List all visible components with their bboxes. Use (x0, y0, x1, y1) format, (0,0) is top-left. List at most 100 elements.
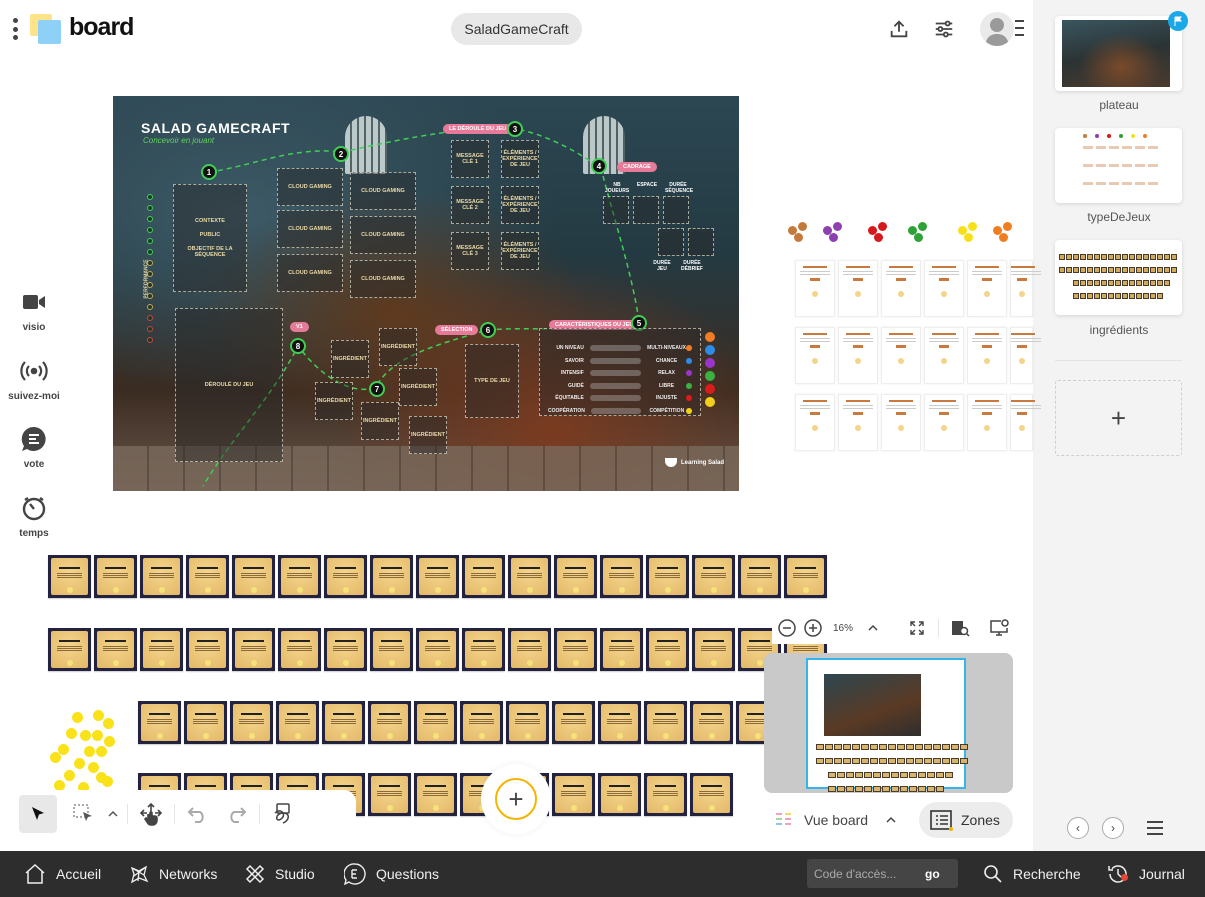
ingredient-card[interactable] (140, 628, 183, 671)
game-type-card[interactable] (967, 394, 1007, 451)
ingredient-card[interactable] (186, 628, 229, 671)
yellow-token[interactable] (96, 746, 107, 757)
color-token[interactable] (705, 358, 715, 368)
zone-cadrage[interactable] (658, 228, 684, 256)
lasso-select-icon[interactable] (65, 795, 103, 833)
yellow-token[interactable] (103, 718, 114, 729)
ingredient-card[interactable] (414, 701, 457, 744)
game-type-card[interactable] (1010, 327, 1041, 384)
carac-row[interactable]: Savoir Chance (548, 356, 692, 366)
select-arrow-icon[interactable] (19, 794, 57, 833)
ingredient-card[interactable] (94, 555, 137, 598)
board-title-button[interactable]: SaladGameCraft (451, 13, 582, 45)
zone-cloud-gaming[interactable]: Cloud gaming (350, 216, 416, 254)
yellow-token[interactable] (92, 730, 103, 741)
zone-caracteristiques[interactable]: Un niveau Multi-niveaux Savoir Chance Intens… (539, 328, 701, 416)
yellow-token[interactable] (64, 770, 75, 781)
ingredient-card[interactable] (232, 555, 275, 598)
ingredient-card[interactable] (598, 701, 641, 744)
ingredient-card[interactable] (324, 555, 367, 598)
yellow-token[interactable] (80, 730, 91, 741)
color-token[interactable] (874, 233, 883, 242)
carac-slider[interactable] (589, 395, 641, 401)
zone-elements[interactable]: Éléments / expérience de jeu (501, 232, 539, 270)
zone-type-de-jeu[interactable]: Type de jeu (465, 344, 519, 418)
ingredient-card[interactable] (644, 701, 687, 744)
ingredient-card[interactable] (368, 701, 411, 744)
ingredient-card[interactable] (462, 555, 505, 598)
go-button[interactable]: go (925, 867, 940, 881)
color-token[interactable] (798, 222, 807, 231)
carac-row[interactable]: Intensif Relax (548, 368, 692, 378)
ingredient-card[interactable] (94, 628, 137, 671)
yellow-token[interactable] (84, 746, 95, 757)
zone-cloud-gaming[interactable]: Cloud gaming (277, 210, 343, 248)
plateau-board-image[interactable]: SALAD GAMECRAFT Concevoir en jouant Perf… (113, 96, 739, 491)
game-type-card[interactable] (838, 260, 878, 317)
chevron-up-icon[interactable] (862, 617, 884, 639)
game-type-card[interactable] (795, 327, 835, 384)
pan-hand-icon[interactable] (132, 795, 170, 833)
zone-context[interactable]: Contexte Public Objectif de la séquence (173, 184, 247, 292)
ingredient-card[interactable] (324, 628, 367, 671)
ingredient-card[interactable] (692, 628, 735, 671)
minimap-viewport[interactable] (806, 658, 968, 792)
game-type-card[interactable] (795, 394, 835, 451)
game-type-card[interactable] (838, 327, 878, 384)
ingredient-card[interactable] (460, 701, 503, 744)
yellow-token[interactable] (88, 762, 99, 773)
ingredient-card[interactable] (690, 701, 733, 744)
zone-elements[interactable]: Éléments / expérience de jeu (501, 140, 539, 178)
ingredient-card[interactable] (554, 628, 597, 671)
carac-slider[interactable] (589, 382, 641, 389)
carac-slider[interactable] (590, 407, 642, 414)
ingredient-card[interactable] (184, 701, 227, 744)
ingredient-card[interactable] (414, 773, 457, 816)
zoom-in-icon[interactable] (802, 617, 824, 639)
color-token[interactable] (794, 233, 803, 242)
undo-icon[interactable] (179, 795, 217, 833)
carac-row[interactable]: Équitable Injuste (548, 393, 692, 403)
game-type-card[interactable] (838, 394, 878, 451)
color-token[interactable] (705, 397, 715, 407)
game-type-card[interactable] (924, 260, 964, 317)
ingredient-card[interactable] (416, 555, 459, 598)
ingredient-card[interactable] (600, 555, 643, 598)
ingredient-card[interactable] (644, 773, 687, 816)
carac-row[interactable]: Un niveau Multi-niveaux (548, 343, 692, 353)
yellow-token[interactable] (104, 736, 115, 747)
yellow-token[interactable] (50, 752, 61, 763)
side-tool-suivez-moi[interactable]: suivez-moi (0, 357, 68, 402)
ingredient-card[interactable] (738, 555, 781, 598)
game-type-card[interactable] (967, 260, 1007, 317)
zone-message-key[interactable]: Message clé 1 (451, 140, 489, 178)
zone-cloud-gaming[interactable]: Cloud gaming (350, 172, 416, 210)
color-token[interactable] (705, 332, 715, 342)
ingredient-card[interactable] (508, 628, 551, 671)
ink-draw-icon[interactable] (264, 795, 302, 833)
ingredient-card[interactable] (690, 773, 733, 816)
ingredient-card[interactable] (646, 628, 689, 671)
zone-cloud-gaming[interactable]: Cloud gaming (277, 168, 343, 206)
ingredient-card[interactable] (186, 555, 229, 598)
carac-slider[interactable] (589, 345, 641, 351)
ingredient-card[interactable] (598, 773, 641, 816)
color-token[interactable] (914, 233, 923, 242)
ingredient-card[interactable] (48, 555, 91, 598)
main-menu-button[interactable] (10, 18, 20, 40)
color-token[interactable] (829, 233, 838, 242)
nav-studio[interactable]: Studio (245, 851, 315, 897)
share-upload-icon[interactable] (884, 14, 914, 44)
avatar[interactable] (980, 12, 1014, 46)
zone-ingredient[interactable]: Ingrédient (409, 416, 447, 454)
add-button[interactable]: + (495, 778, 537, 820)
add-slide-button[interactable]: + (1055, 380, 1182, 456)
zone-elements[interactable]: Éléments / expérience de jeu (501, 186, 539, 224)
zone-cloud-gaming[interactable]: Cloud gaming (277, 254, 343, 292)
zones-button[interactable]: Zones (919, 802, 1013, 838)
slide-thumbnail-ingredients[interactable] (1055, 240, 1182, 315)
game-type-card[interactable] (881, 394, 921, 451)
redo-icon[interactable] (217, 795, 255, 833)
zone-ingredient[interactable]: Ingrédient (399, 368, 437, 406)
nav-questions[interactable]: Questions (344, 851, 439, 897)
